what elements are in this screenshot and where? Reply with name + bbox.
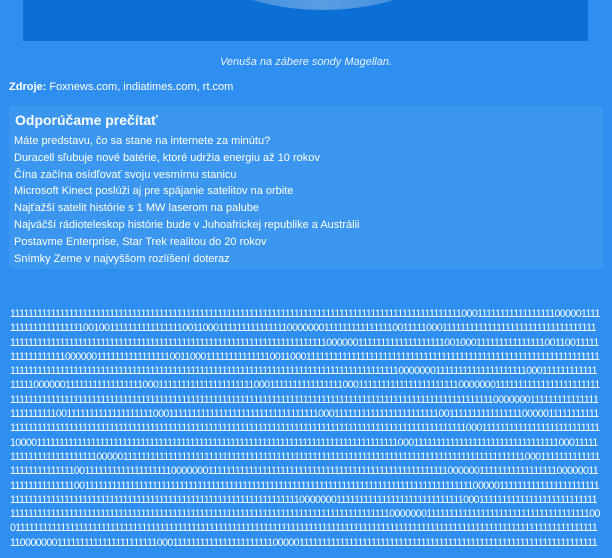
recommended-link[interactable]: Najťažší satelit histórie s 1 MW laserom… <box>14 200 359 217</box>
recommended-title: Odporúčame prečítať <box>15 112 158 128</box>
source-text[interactable]: Foxnews.com, indiatimes.com, rt.com <box>49 81 233 93</box>
binary-text-block: 1111111111111111111111111111111111111111… <box>10 308 600 552</box>
recommended-link[interactable]: Snímky Zeme v najvyššom rozlíšení dotera… <box>14 251 359 268</box>
recommended-link[interactable]: Čína začína osídľovať svoju vesmírnu sta… <box>14 167 359 184</box>
recommended-link[interactable]: Najväčší rádioteleskop histórie bude v J… <box>14 217 359 234</box>
recommended-link[interactable]: Microsoft Kinect poslúži aj pre spájanie… <box>14 183 359 200</box>
recommended-list: Máte predstavu, čo sa stane na internete… <box>14 133 359 267</box>
recommended-box: Odporúčame prečítať Máte predstavu, čo s… <box>9 106 603 269</box>
venus-planet-graphic <box>173 0 473 10</box>
recommended-link[interactable]: Duracell sľubuje nové batérie, ktoré udr… <box>14 150 359 167</box>
image-caption: Venuša na zábere sondy Magellan. <box>219 56 393 68</box>
recommended-link[interactable]: Máte predstavu, čo sa stane na internete… <box>14 133 359 150</box>
venus-image <box>23 0 588 41</box>
source-line: Zdroje: Foxnews.com, indiatimes.com, rt.… <box>9 81 233 93</box>
recommended-link[interactable]: Postavme Enterprise, Star Trek realitou … <box>14 234 359 251</box>
source-label: Zdroje: <box>9 81 47 93</box>
